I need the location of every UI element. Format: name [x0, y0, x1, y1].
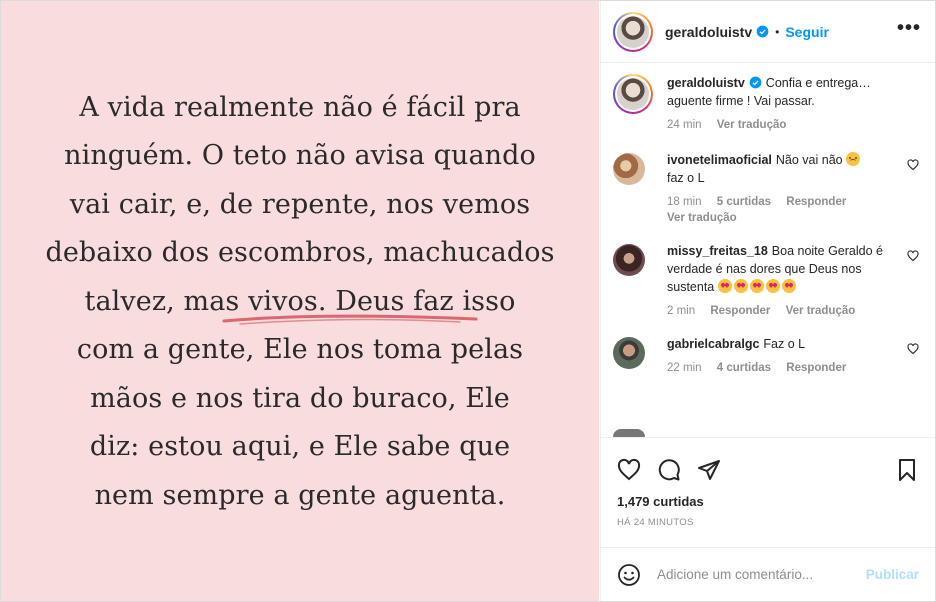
caption: geraldoluistv Confia e entrega… aguente f… [613, 74, 921, 133]
next-comment-avatar-peek [613, 429, 645, 437]
like-comment-heart-icon[interactable] [907, 343, 919, 355]
comment-body: missy_freitas_18 Boa noite Geraldo é verd… [667, 242, 921, 319]
heart-eyes-emoji-icon [717, 279, 732, 293]
heart-eyes-emoji-row [717, 279, 798, 294]
author-username[interactable]: geraldoluistv [665, 24, 752, 40]
comment-body: gabrielcabralgc Faz o L 22 min 4 curtidas… [667, 335, 921, 376]
quote-line-text: talvez, mas vivos. Deus faz isso [84, 285, 516, 317]
author-avatar[interactable] [613, 11, 653, 52]
comment-time: 18 min [667, 196, 702, 208]
comment-text-continued: faz o L [667, 171, 705, 185]
verified-badge-icon [756, 25, 769, 38]
commenter-avatar[interactable] [613, 153, 645, 185]
separator-dot: • [775, 24, 780, 39]
heart-eyes-emoji-icon [749, 279, 764, 293]
comment-text: Não vai não [775, 153, 843, 167]
publish-button[interactable]: Publicar [866, 567, 919, 582]
like-comment-heart-icon[interactable] [907, 250, 919, 262]
commenter-avatar[interactable] [613, 244, 645, 276]
more-options-icon[interactable]: ••• [897, 18, 921, 41]
comment-item: ivonetelimaoficial Não vai não faz o L 18… [613, 151, 921, 226]
post-timestamp: HÁ 24 MINUTOS [617, 517, 694, 528]
quote-line: mãos e nos tira do buraco, Ele [90, 382, 510, 414]
sad-face-emoji-icon [846, 152, 861, 166]
see-translation-link[interactable]: Ver tradução [667, 212, 737, 224]
quote-line: vai cair, e, de repente, nos vemos [69, 188, 531, 220]
heart-eyes-emoji-icon [781, 279, 796, 293]
verified-badge-icon [749, 76, 762, 89]
heart-eyes-emoji-icon [765, 279, 780, 293]
caption-body: geraldoluistv Confia e entrega… aguente f… [667, 74, 921, 133]
quote-line: ninguém. O teto não avisa quando [64, 140, 536, 172]
caption-username[interactable]: geraldoluistv [667, 76, 745, 90]
quote-line: nem sempre a gente aguenta. [94, 479, 506, 511]
quote-line: com a gente, Ele nos toma pelas [76, 334, 524, 366]
quote-line: debaixo dos escombros, machucados [45, 237, 555, 269]
comment-time: 2 min [667, 305, 696, 317]
see-translation-link[interactable]: Ver tradução [717, 119, 787, 131]
comment-meta: 2 min Responder Ver tradução [667, 303, 899, 319]
quote-line: A vida realmente não é fácil pra [79, 91, 521, 123]
comment-likes[interactable]: 4 curtidas [717, 362, 771, 374]
post-header: geraldoluistv • Seguir ••• [601, 1, 935, 63]
emoji-picker-icon[interactable] [617, 563, 641, 587]
comment-meta: 22 min 4 curtidas Responder [667, 360, 899, 376]
likes-count[interactable]: 1,479 curtidas [601, 488, 935, 509]
reply-button[interactable]: Responder [786, 196, 846, 208]
comment-body: ivonetelimaoficial Não vai não faz o L 18… [667, 151, 921, 226]
like-comment-heart-icon[interactable] [907, 159, 919, 171]
comment-username[interactable]: ivonetelimaoficial [667, 153, 772, 167]
post-sidebar: geraldoluistv • Seguir ••• geraldoluistv… [600, 1, 935, 601]
see-translation-link[interactable]: Ver tradução [786, 305, 856, 317]
comment-item: missy_freitas_18 Boa noite Geraldo é verd… [613, 242, 921, 319]
follow-button[interactable]: Seguir [785, 24, 829, 40]
heart-eyes-emoji-icon [733, 279, 748, 293]
comment-text: Faz o L [763, 337, 806, 351]
quote-line: diz: estou aqui, e Ele sabe que [89, 431, 511, 463]
post-image[interactable]: A vida realmente não é fácil pra ninguém… [1, 1, 599, 601]
post-actions-area: 1,479 curtidas HÁ 24 MINUTOS [601, 437, 935, 545]
quote-text: A vida realmente não é fácil pra ninguém… [30, 84, 570, 521]
caption-meta: 24 min Ver tradução [667, 117, 899, 133]
comment-item: gabrielcabralgc Faz o L 22 min 4 curtidas… [613, 335, 921, 376]
comment-bubble-icon[interactable] [657, 458, 681, 482]
comment-likes[interactable]: 5 curtidas [717, 196, 771, 208]
caption-time: 24 min [667, 119, 702, 131]
like-heart-icon[interactable] [617, 458, 641, 482]
comment-composer: Publicar [601, 547, 935, 601]
comment-time: 22 min [667, 362, 702, 374]
quote-line-underlined: talvez, mas vivos. Deus faz isso [30, 278, 570, 327]
comment-username[interactable]: missy_freitas_18 [667, 244, 768, 258]
comment-input[interactable] [657, 567, 866, 582]
avatar-photo [617, 78, 649, 110]
avatar-photo [617, 15, 649, 48]
save-bookmark-icon[interactable] [895, 458, 919, 482]
share-paper-plane-icon[interactable] [697, 458, 721, 482]
comment-meta: 18 min 5 curtidas Responder Ver tradução [667, 194, 899, 226]
reply-button[interactable]: Responder [710, 305, 770, 317]
comment-username[interactable]: gabrielcabralgc [667, 337, 759, 351]
reply-button[interactable]: Responder [786, 362, 846, 374]
comments-list[interactable]: geraldoluistv Confia e entrega… aguente f… [601, 64, 935, 436]
caption-avatar[interactable] [613, 74, 653, 114]
commenter-avatar[interactable] [613, 337, 645, 369]
action-bar [601, 438, 935, 488]
